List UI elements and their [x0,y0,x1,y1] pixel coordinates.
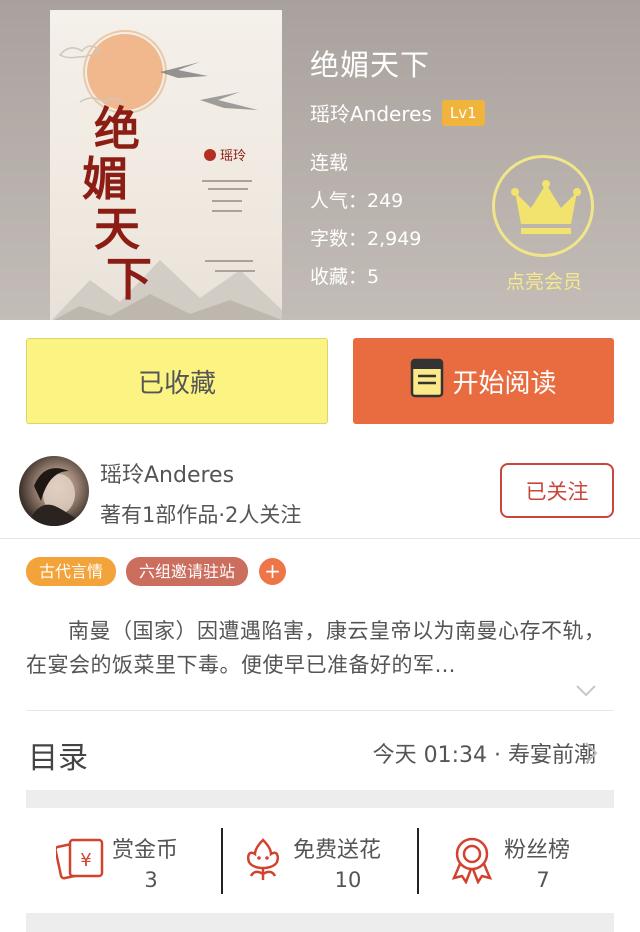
header-author-name[interactable]: 瑶玲Anderes [310,98,432,127]
collected-label: 已收藏 [137,368,216,399]
author-avatar[interactable] [19,456,89,526]
section-spacer [26,913,614,932]
level-badge: Lv1 [441,99,485,126]
book-icon [410,358,444,405]
medal-icon [451,837,493,884]
cover-title-char-2: 媚 [82,152,128,206]
tag-invitation[interactable]: 六组邀请驻站 [126,557,248,586]
follow-button[interactable]: 已关注 [500,463,614,518]
crown-icon [511,180,581,234]
cover-author: 瑶玲 [220,149,246,164]
latest-chapter[interactable]: 今天 01:34 · 寿宴前潮 [373,737,596,769]
stats-separator [417,828,419,894]
book-cover[interactable]: 绝 媚 天 下 瑶玲 [50,10,282,320]
divider [26,710,614,711]
reward-coin-icon: ¥ [56,838,104,880]
cover-artwork: 绝 媚 天 下 瑶玲 [51,30,282,320]
chevron-right-icon[interactable] [584,741,598,769]
vip-circle [492,155,594,257]
catalog-title[interactable]: 目录 [28,733,88,777]
fan-rank-value: 7 [536,868,550,892]
free-flower-value: 10 [334,868,362,892]
free-flower-item[interactable]: 免费送花 10 [243,826,413,896]
header-author-row[interactable]: 瑶玲Anderes Lv1 [310,98,485,127]
author-name[interactable]: 瑶玲Anderes [100,457,234,489]
divider [0,538,640,539]
serial-status: 连载 [310,152,349,174]
follow-label: 已关注 [525,479,589,504]
svg-text:¥: ¥ [80,850,91,871]
start-reading-button[interactable]: 开始阅读 [353,338,614,424]
start-reading-label: 开始阅读 [452,368,557,399]
reward-coin-title: 赏金币 [112,838,179,863]
collected-button[interactable]: 已收藏 [26,338,328,424]
favorites-stat: 收藏：5 [310,266,380,288]
add-tag-button[interactable]: + [259,558,286,585]
cover-title-char-3: 天 [94,202,140,256]
book-header: 绝 媚 天 下 瑶玲 绝媚天下 瑶玲Anderes Lv1 连载 人气：249 … [0,0,640,320]
tag-ancient-romance[interactable]: 古代言情 [26,557,116,586]
word-count-stat: 字数：2,949 [310,228,422,250]
reward-coin-item[interactable]: ¥ 赏金币 3 [56,826,206,896]
vip-label: 点亮会员 [505,271,582,293]
fan-rank-item[interactable]: 粉丝榜 7 [450,826,600,896]
reward-coin-value: 3 [144,868,158,892]
book-title: 绝媚天下 [310,48,431,82]
stats-separator [221,828,223,894]
free-flower-title: 免费送花 [293,838,382,863]
fan-rank-title: 粉丝榜 [504,838,571,863]
expand-chevron-icon[interactable] [575,683,597,702]
cover-title-char-4: 下 [106,252,152,306]
synopsis-text: 南曼（国家）因遭遇陷害，康云皇帝以为南曼心存不轨，在宴会的饭菜里下毒。便使早已准… [26,619,606,677]
vip-button[interactable]: 点亮会员 [492,155,596,295]
flower-icon [247,838,279,880]
author-meta: 著有1部作品·2人关注 [100,503,302,527]
section-spacer [26,790,614,808]
popularity-stat: 人气：249 [310,190,404,212]
cover-title-char-1: 绝 [94,102,140,156]
